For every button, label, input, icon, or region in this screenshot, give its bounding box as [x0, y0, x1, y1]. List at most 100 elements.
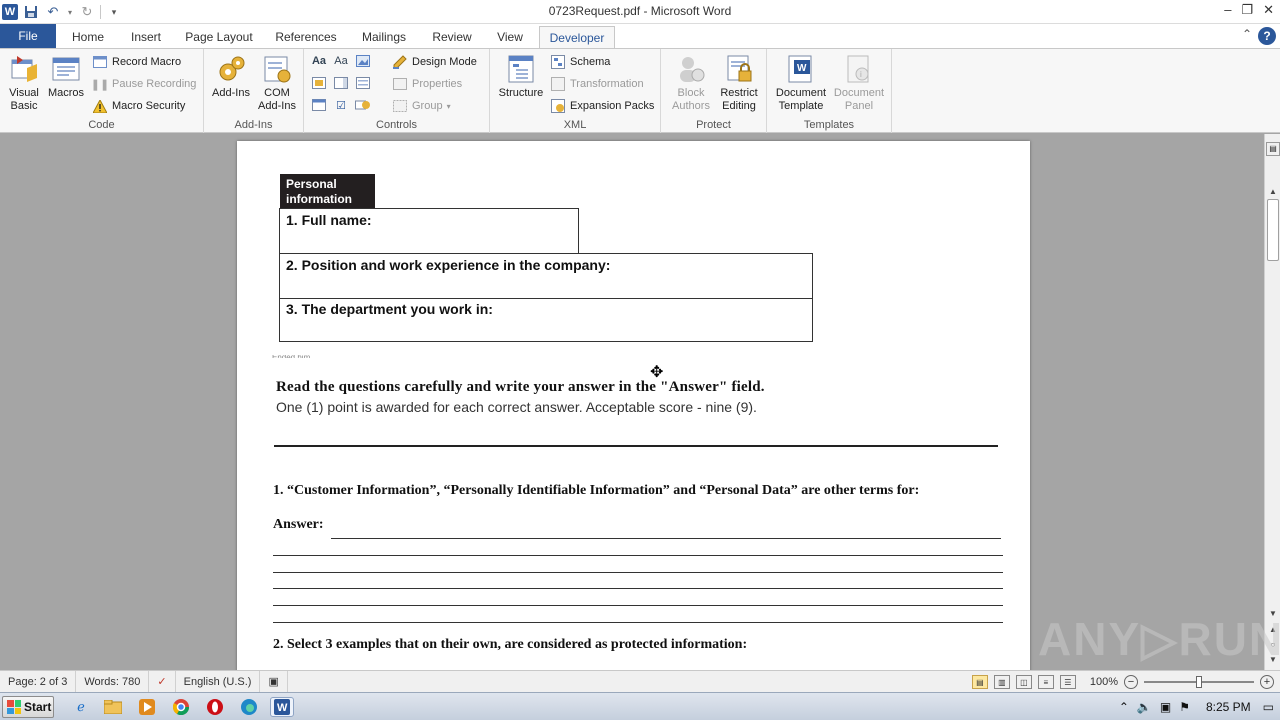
document-template-button[interactable]: W Document Template — [771, 53, 831, 113]
scroll-up-icon[interactable]: ▲ — [1265, 184, 1280, 198]
macro-record-icon[interactable]: ▣ — [260, 670, 288, 693]
media-player-icon[interactable] — [136, 697, 158, 717]
network-icon[interactable]: ▣ — [1160, 700, 1171, 714]
schema-icon — [550, 54, 566, 70]
svg-text:W: W — [277, 702, 288, 714]
tab-insert[interactable]: Insert — [126, 26, 166, 48]
answer-line[interactable] — [273, 588, 1003, 589]
plain-text-control-icon[interactable]: Aa — [332, 53, 350, 69]
answer-line[interactable] — [273, 622, 1003, 623]
opera-icon[interactable] — [204, 697, 226, 717]
rich-text-control-icon[interactable]: Aa — [310, 53, 328, 69]
vertical-scrollbar[interactable]: ▤ ▲ ▼ ▲ ○ ▼ — [1264, 134, 1280, 670]
tab-file[interactable]: File — [0, 24, 56, 48]
spelling-check-icon[interactable]: ✓ — [149, 670, 176, 693]
close-icon[interactable]: ✕ — [1263, 2, 1274, 18]
print-layout-icon[interactable]: ▤ — [971, 675, 988, 689]
tab-view[interactable]: View — [493, 26, 527, 48]
combo-box-icon[interactable] — [332, 75, 350, 91]
tab-home[interactable]: Home — [70, 26, 106, 48]
macro-security-button[interactable]: Macro Security — [92, 97, 185, 115]
scroll-thumb[interactable] — [1267, 199, 1279, 261]
properties-label: Properties — [412, 78, 463, 90]
expansion-packs-button[interactable]: Expansion Packs — [550, 97, 654, 115]
com-addins-icon — [261, 53, 293, 85]
full-name-field[interactable]: 1. Full name: — [279, 208, 579, 254]
group-button[interactable]: Group ▾ — [392, 97, 451, 115]
outline-icon[interactable]: ≡ — [1037, 675, 1054, 689]
position-field[interactable]: 2. Position and work experience in the c… — [279, 253, 813, 299]
visual-basic-button[interactable]: Visual Basic — [4, 53, 44, 113]
building-block-icon[interactable] — [310, 75, 328, 91]
page-count[interactable]: Page: 2 of 3 — [0, 670, 77, 693]
full-screen-reading-icon[interactable]: ▥ — [993, 675, 1010, 689]
action-center-icon[interactable]: ⚑ — [1179, 700, 1190, 714]
addins-button[interactable]: Add-Ins — [208, 53, 254, 100]
structure-icon — [505, 53, 537, 85]
web-layout-icon[interactable]: ◫ — [1015, 675, 1032, 689]
schema-button[interactable]: Schema — [550, 53, 610, 71]
department-field[interactable]: 3. The department you work in: — [279, 298, 813, 342]
minimize-icon[interactable]: – — [1224, 2, 1231, 18]
com-addins-button[interactable]: COM Add-Ins — [254, 53, 300, 113]
answer-line[interactable] — [273, 605, 1003, 606]
macros-label: Macros — [47, 87, 85, 99]
block-authors-button[interactable]: Block Authors — [667, 53, 715, 113]
gear-icon — [215, 53, 247, 85]
tray-expand-icon[interactable]: ⌃ — [1119, 700, 1129, 714]
zoom-level[interactable]: 100% — [1090, 676, 1118, 688]
answer-line[interactable] — [273, 555, 1003, 556]
help-icon[interactable]: ? — [1258, 27, 1276, 45]
minimize-ribbon-icon[interactable]: ⌃ — [1242, 27, 1252, 41]
transformation-button[interactable]: Transformation — [550, 75, 644, 93]
tab-mailings[interactable]: Mailings — [357, 26, 411, 48]
group-protect-label: Protect — [696, 119, 731, 131]
tab-review[interactable]: Review — [429, 26, 475, 48]
record-macro-button[interactable]: Record Macro — [92, 53, 181, 71]
date-picker-icon[interactable] — [310, 97, 328, 113]
zoom-out-icon[interactable]: − — [1124, 675, 1138, 689]
answer-line[interactable] — [273, 572, 1003, 573]
group-controls-label: Controls — [376, 119, 417, 131]
start-button[interactable]: Start — [2, 696, 54, 718]
edge-icon[interactable] — [238, 697, 260, 717]
document-area[interactable]: Personal information 1. Full name: 2. Po… — [0, 134, 1264, 670]
volume-icon[interactable]: 🔈 — [1137, 700, 1152, 714]
legacy-tools-icon[interactable] — [354, 97, 372, 113]
macros-button[interactable]: Macros — [46, 53, 86, 100]
zoom-slider-thumb[interactable] — [1196, 676, 1202, 688]
zoom-in-icon[interactable]: + — [1260, 675, 1274, 689]
restrict-editing-label: Restrict — [720, 87, 758, 99]
pause-recording-button[interactable]: ❚❚ Pause Recording — [91, 75, 197, 93]
answer-line[interactable] — [331, 538, 1001, 539]
document-panel-button[interactable]: i Document Panel — [831, 53, 887, 113]
zoom-slider[interactable] — [1144, 676, 1254, 688]
clock[interactable]: 8:25 PM — [1206, 700, 1251, 714]
tab-references[interactable]: References — [273, 26, 339, 48]
design-mode-button[interactable]: Design Mode — [392, 53, 477, 71]
view-ruler-icon[interactable]: ▤ — [1266, 142, 1280, 156]
properties-button[interactable]: Properties — [392, 75, 462, 93]
structure-button[interactable]: Structure — [496, 53, 546, 100]
windows-logo-icon — [7, 700, 21, 714]
design-mode-label: Design Mode — [412, 56, 477, 68]
internet-explorer-icon[interactable]: ℯ — [70, 697, 92, 717]
picture-control-icon[interactable] — [354, 53, 372, 69]
show-desktop-icon[interactable]: ▭ — [1263, 700, 1274, 714]
drop-down-list-icon[interactable] — [354, 75, 372, 91]
word-taskbar-icon[interactable]: W — [270, 697, 294, 717]
expansion-packs-label: Expansion Packs — [570, 100, 655, 112]
language[interactable]: English (U.S.) — [176, 670, 261, 693]
file-explorer-icon[interactable] — [102, 697, 124, 717]
draft-icon[interactable]: ☰ — [1059, 675, 1076, 689]
checkbox-control-icon[interactable]: ☑ — [332, 97, 350, 113]
restrict-editing-button[interactable]: Restrict Editing — [715, 53, 763, 113]
word-count[interactable]: Words: 780 — [76, 670, 150, 693]
restore-icon[interactable]: ❐ — [1241, 2, 1253, 18]
chrome-icon[interactable] — [170, 697, 192, 717]
document-page[interactable]: Personal information 1. Full name: 2. Po… — [237, 141, 1030, 670]
tab-developer[interactable]: Developer — [539, 26, 615, 48]
tab-page-layout[interactable]: Page Layout — [184, 26, 254, 48]
group-dropdown-icon: ▾ — [446, 101, 451, 111]
personal-header-line-2: information — [286, 192, 352, 206]
